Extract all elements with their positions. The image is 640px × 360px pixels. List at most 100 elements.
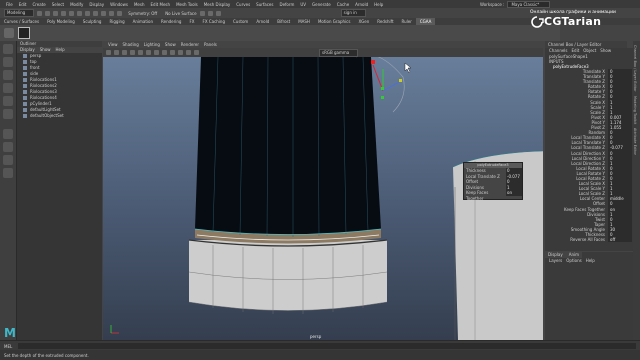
shelf-tab[interactable]: FX Caching bbox=[199, 18, 229, 25]
isolate-select-icon[interactable] bbox=[194, 50, 199, 55]
shelf-tab[interactable]: Curves / Surfaces bbox=[0, 18, 43, 25]
menu-edit-mesh[interactable]: Edit Mesh bbox=[151, 2, 171, 7]
shelf-tab[interactable]: CGAA bbox=[415, 18, 436, 25]
menu-windows[interactable]: Windows bbox=[110, 2, 128, 7]
menu-set-dropdown[interactable]: Modeling bbox=[4, 9, 35, 17]
ipr-icon[interactable] bbox=[207, 10, 213, 16]
lasso-tool-icon[interactable] bbox=[3, 57, 13, 67]
single-view-layout-icon[interactable] bbox=[3, 129, 13, 139]
menu-cache[interactable]: Cache bbox=[337, 2, 349, 7]
four-view-layout-icon[interactable] bbox=[3, 142, 13, 152]
menu-file[interactable]: File bbox=[6, 2, 13, 7]
shelf-tab[interactable]: Motion Graphics bbox=[314, 18, 355, 25]
select-hierarchy-icon[interactable] bbox=[77, 10, 83, 16]
outliner-menu-item[interactable]: Help bbox=[56, 47, 65, 52]
command-language-label[interactable]: MEL bbox=[4, 344, 12, 349]
menu-select[interactable]: Select bbox=[52, 2, 64, 7]
workspace-selector[interactable]: Workspace : Maya Classic* bbox=[480, 0, 551, 8]
outliner-item[interactable]: defaultObjectSet bbox=[17, 113, 102, 119]
viewport-menu-item[interactable]: Panels bbox=[204, 42, 217, 47]
render-icon[interactable] bbox=[199, 10, 205, 16]
shelf-tab[interactable]: XGen bbox=[354, 18, 373, 25]
cylinder-base[interactable] bbox=[189, 240, 387, 311]
shelf-tab[interactable]: Custom bbox=[229, 18, 252, 25]
select-object-icon[interactable] bbox=[85, 10, 91, 16]
undo-icon[interactable] bbox=[61, 10, 67, 16]
tab-attribute-editor-vertical[interactable]: Attribute Editor bbox=[633, 128, 637, 155]
menu-create[interactable]: Create bbox=[32, 2, 45, 7]
in-view-editor-value[interactable]: on bbox=[506, 190, 522, 196]
channel-box-menu-item[interactable]: Show bbox=[600, 48, 611, 53]
shelf-tab[interactable]: FX bbox=[185, 18, 198, 25]
channel-box-menu-item[interactable]: Object bbox=[583, 48, 596, 53]
menu-uv[interactable]: UV bbox=[300, 2, 306, 7]
channel-box-menu-item[interactable]: Edit bbox=[572, 48, 580, 53]
wireframe-icon[interactable] bbox=[146, 50, 151, 55]
sign-in-button[interactable]: sign in bbox=[340, 9, 366, 17]
menu-surfaces[interactable]: Surfaces bbox=[256, 2, 273, 7]
in-view-editor-row[interactable]: Keep Faces Together on bbox=[464, 190, 522, 201]
move-tool-icon[interactable] bbox=[3, 83, 13, 93]
render-settings-icon[interactable] bbox=[215, 10, 221, 16]
persp-graph-layout-icon[interactable] bbox=[3, 168, 13, 178]
shelf-tab[interactable]: MASH bbox=[294, 18, 314, 25]
shelf-tab[interactable]: Rigging bbox=[105, 18, 128, 25]
shelf-tab[interactable]: Poly Modeling bbox=[43, 18, 79, 25]
channel-name[interactable]: Reverse All Faces bbox=[545, 237, 608, 242]
workspace-dropdown[interactable]: Maya Classic* bbox=[507, 0, 551, 8]
channel-box-menu-item[interactable]: Channels bbox=[549, 48, 568, 53]
camera-attributes-icon[interactable] bbox=[114, 50, 119, 55]
lights-icon[interactable] bbox=[170, 50, 175, 55]
shelf-tab[interactable]: Animation bbox=[129, 18, 157, 25]
shelf-tab[interactable]: Redshift bbox=[373, 18, 397, 25]
menu-generate[interactable]: Generate bbox=[312, 2, 331, 7]
menu-mesh-display[interactable]: Mesh Display bbox=[204, 2, 231, 7]
tab-modeling-toolkit-vertical[interactable]: Modeling Toolkit bbox=[633, 96, 637, 124]
tab-channel-box[interactable]: Channel Box / Layer Editor bbox=[545, 42, 601, 47]
shelf-tool-icon[interactable] bbox=[4, 28, 14, 38]
rotate-tool-icon[interactable] bbox=[3, 96, 13, 106]
redo-icon[interactable] bbox=[69, 10, 75, 16]
viewport-menu-item[interactable]: Renderer bbox=[181, 42, 199, 47]
menu-edit[interactable]: Edit bbox=[19, 2, 27, 7]
paint-select-tool-icon[interactable] bbox=[3, 70, 13, 80]
bookmark-icon[interactable] bbox=[122, 50, 127, 55]
tab-channel-box-vertical[interactable]: Channel Box / Layer Editor bbox=[633, 45, 637, 92]
menu-modify[interactable]: Modify bbox=[70, 2, 83, 7]
new-scene-icon[interactable] bbox=[37, 10, 43, 16]
in-view-editor[interactable]: polyExtrudeFace3 Thickness 0 Local Transla… bbox=[463, 162, 523, 201]
layer-menu-item[interactable]: Help bbox=[586, 258, 595, 263]
command-input[interactable] bbox=[18, 343, 636, 349]
layer-menu-item[interactable]: Layers bbox=[549, 258, 562, 263]
channel-row[interactable]: Reverse All Faces off bbox=[545, 237, 633, 243]
menu-mesh[interactable]: Mesh bbox=[134, 2, 145, 7]
shadows-icon[interactable] bbox=[178, 50, 183, 55]
shelf-tab[interactable]: Rendering bbox=[157, 18, 185, 25]
camera-select-icon[interactable] bbox=[106, 50, 111, 55]
snap-grid-icon[interactable] bbox=[101, 10, 107, 16]
outliner-menu-item[interactable]: Show bbox=[40, 47, 51, 52]
menu-help[interactable]: Help bbox=[374, 2, 383, 7]
shelf-tab[interactable]: Arnold bbox=[252, 18, 273, 25]
scale-tool-icon[interactable] bbox=[3, 109, 13, 119]
shelf-tab[interactable]: Bifrost bbox=[273, 18, 294, 25]
viewport-menu-item[interactable]: Shading bbox=[123, 42, 139, 47]
image-plane-icon[interactable] bbox=[130, 50, 135, 55]
save-scene-icon[interactable] bbox=[53, 10, 59, 16]
viewport-menu-item[interactable]: Lighting bbox=[144, 42, 160, 47]
shelf-script-icon[interactable] bbox=[18, 27, 30, 39]
layer-menu-item[interactable]: Options bbox=[566, 258, 581, 263]
menu-display[interactable]: Display bbox=[89, 2, 104, 7]
textured-icon[interactable] bbox=[162, 50, 167, 55]
xray-icon[interactable] bbox=[186, 50, 191, 55]
menu-mesh-tools[interactable]: Mesh Tools bbox=[176, 2, 198, 7]
select-component-icon[interactable] bbox=[93, 10, 99, 16]
channel-value[interactable]: off bbox=[608, 237, 632, 243]
select-tool-icon[interactable] bbox=[3, 44, 13, 54]
live-surface-label[interactable]: No Live Surface bbox=[165, 11, 196, 16]
menu-deform[interactable]: Deform bbox=[279, 2, 294, 7]
grid-toggle-icon[interactable] bbox=[138, 50, 143, 55]
menu-curves[interactable]: Curves bbox=[236, 2, 250, 7]
snap-curve-icon[interactable] bbox=[109, 10, 115, 16]
shelf-tab[interactable]: Sculpting bbox=[79, 18, 106, 25]
